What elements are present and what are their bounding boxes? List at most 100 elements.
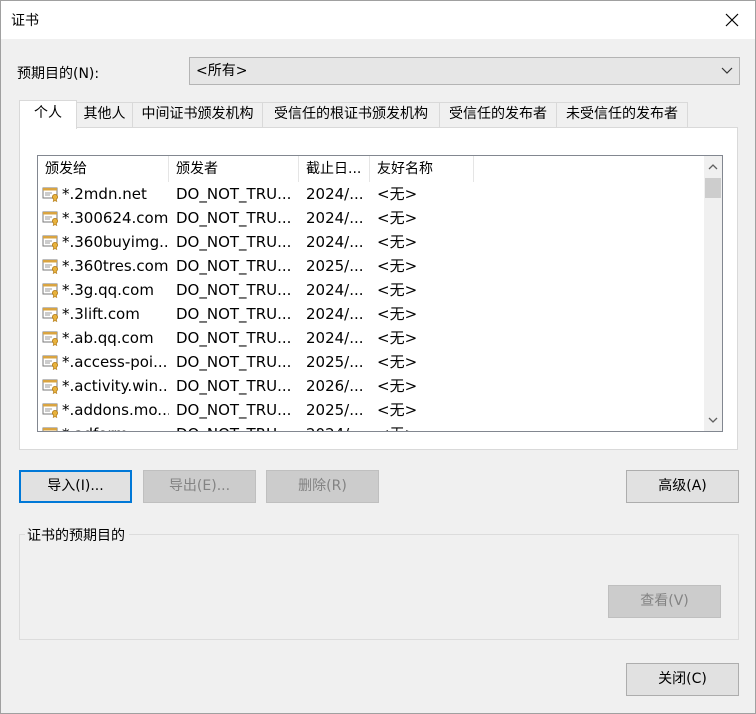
tab-trusted-root-ca[interactable]: 受信任的根证书颁发机构 xyxy=(262,102,440,127)
cell-expiration: 2024/... xyxy=(299,422,370,431)
cell-text: 2024/... xyxy=(306,329,364,347)
cell-issued-by: DO_NOT_TRU... xyxy=(169,278,299,302)
cell-expiration: 2024/... xyxy=(299,302,370,326)
table-row[interactable]: *.2mdn.net DO_NOT_TRU... 2024/... <无> xyxy=(38,182,702,206)
cell-expiration: 2024/... xyxy=(299,206,370,230)
purpose-selected-value: <所有> xyxy=(196,63,248,79)
scroll-down-icon[interactable] xyxy=(704,411,722,429)
cell-text: <无> xyxy=(377,281,418,299)
cell-issued-by: DO_NOT_TRU... xyxy=(169,254,299,278)
table-row[interactable]: *.addons.mo... DO_NOT_TRU... 2025/... <无> xyxy=(38,398,702,422)
cell-text: *.access-poi... xyxy=(62,353,168,371)
cell-friendly-name: <无> xyxy=(370,326,474,350)
import-button[interactable]: 导入(I)... xyxy=(19,470,132,503)
scroll-up-icon[interactable] xyxy=(704,158,722,176)
table-row[interactable]: *.3lift.com DO_NOT_TRU... 2024/... <无> xyxy=(38,302,702,326)
tab-other-people[interactable]: 其他人 xyxy=(76,102,133,127)
cell-text: <无> xyxy=(377,209,418,227)
cell-issued-to: *.access-poi... xyxy=(38,350,169,374)
title-bar: 证书 xyxy=(1,1,755,39)
scroll-thumb[interactable] xyxy=(705,178,721,198)
cell-text: 2024/... xyxy=(306,425,364,431)
tab-panel: 颁发给 颁发者 截止日... 友好名称 *.2mdn.net DO_NOT_TRU… xyxy=(19,127,738,450)
cell-text: DO_NOT_TRU... xyxy=(176,353,292,371)
cell-text: 2024/... xyxy=(306,209,364,227)
delete-button[interactable]: 删除(R) xyxy=(266,470,379,503)
table-row[interactable]: *.adform... DO_NOT_TRU... 2024/... <无> xyxy=(38,422,702,431)
cell-text: DO_NOT_TRU... xyxy=(176,281,292,299)
purpose-group-label: 证书的预期目的 xyxy=(25,525,129,545)
certificate-list[interactable]: 颁发给 颁发者 截止日... 友好名称 *.2mdn.net DO_NOT_TRU… xyxy=(37,155,723,432)
certificate-icon xyxy=(42,283,58,298)
cell-text: *.2mdn.net xyxy=(62,185,147,203)
vertical-scrollbar[interactable] xyxy=(704,156,722,431)
column-header-issued-to[interactable]: 颁发给 xyxy=(38,156,169,182)
cell-issued-by: DO_NOT_TRU... xyxy=(169,302,299,326)
cell-text: *.activity.win... xyxy=(62,377,169,395)
purpose-label: 预期目的(N): xyxy=(17,66,100,82)
cell-text: DO_NOT_TRU... xyxy=(176,209,292,227)
table-row[interactable]: *.access-poi... DO_NOT_TRU... 2025/... <无> xyxy=(38,350,702,374)
table-row[interactable]: *.300624.com DO_NOT_TRU... 2024/... <无> xyxy=(38,206,702,230)
cell-friendly-name: <无> xyxy=(370,278,474,302)
chevron-down-icon xyxy=(721,58,733,84)
table-row[interactable]: *.activity.win... DO_NOT_TRU... 2026/... <无… xyxy=(38,374,702,398)
cell-issued-by: DO_NOT_TRU... xyxy=(169,206,299,230)
cell-issued-by: DO_NOT_TRU... xyxy=(169,230,299,254)
cell-issued-by: DO_NOT_TRU... xyxy=(169,374,299,398)
tab-personal[interactable]: 个人 xyxy=(19,100,77,129)
cell-expiration: 2025/... xyxy=(299,254,370,278)
certificates-dialog: 证书 预期目的(N): <所有> 个人 其他人 中间证书颁发机构 受信任的根证书… xyxy=(0,0,756,714)
cell-issued-by: DO_NOT_TRU... xyxy=(169,326,299,350)
close-button[interactable]: 关闭(C) xyxy=(626,663,739,696)
cell-friendly-name: <无> xyxy=(370,302,474,326)
close-icon[interactable] xyxy=(709,1,755,39)
cell-text: <无> xyxy=(377,425,417,431)
cell-text: 2024/... xyxy=(306,305,364,323)
table-row[interactable]: *.360buyimg... DO_NOT_TRU... 2024/... <无> xyxy=(38,230,702,254)
cell-expiration: 2025/... xyxy=(299,398,370,422)
tab-intermediate-ca[interactable]: 中间证书颁发机构 xyxy=(132,102,263,127)
cell-text: *.360buyimg... xyxy=(62,233,169,251)
cell-friendly-name: <无> xyxy=(370,374,474,398)
cell-issued-to: *.addons.mo... xyxy=(38,398,169,422)
cell-text: DO_NOT_TRU... xyxy=(176,305,292,323)
cell-text: *.360tres.com xyxy=(62,257,169,275)
cell-text: 2024/... xyxy=(306,185,364,203)
tab-label: 其他人 xyxy=(83,106,126,122)
cell-expiration: 2024/... xyxy=(299,278,370,302)
export-button[interactable]: 导出(E)... xyxy=(143,470,256,503)
column-header-issued-by[interactable]: 颁发者 xyxy=(169,156,299,182)
purpose-select[interactable]: <所有> xyxy=(189,57,740,85)
tab-label: 受信任的发布者 xyxy=(449,106,547,122)
advanced-button[interactable]: 高级(A) xyxy=(626,470,739,503)
cell-text: <无> xyxy=(377,233,418,251)
cell-issued-to: *.3g.qq.com xyxy=(38,278,169,302)
cell-expiration: 2024/... xyxy=(299,182,370,206)
cell-text: DO_NOT_TRU... xyxy=(176,377,292,395)
cell-issued-by: DO_NOT_TRU... xyxy=(169,398,299,422)
cell-text: *.ab.qq.com xyxy=(62,329,154,347)
tab-label: 个人 xyxy=(34,105,62,121)
cell-expiration: 2025/... xyxy=(299,350,370,374)
cell-friendly-name: <无> xyxy=(370,398,474,422)
cell-text: DO_NOT_TRU... xyxy=(176,425,291,431)
column-header-expiration[interactable]: 截止日... xyxy=(299,156,370,182)
cell-issued-by: DO_NOT_TRU... xyxy=(169,182,299,206)
table-row[interactable]: *.360tres.com DO_NOT_TRU... 2025/... <无> xyxy=(38,254,702,278)
cell-text: 2025/... xyxy=(306,353,364,371)
table-row[interactable]: *.ab.qq.com DO_NOT_TRU... 2024/... <无> xyxy=(38,326,702,350)
certificate-icon xyxy=(42,307,58,322)
cell-text: 2024/... xyxy=(306,233,364,251)
certificate-icon xyxy=(42,379,58,394)
cell-text: DO_NOT_TRU... xyxy=(176,233,292,251)
column-header-friendly-name[interactable]: 友好名称 xyxy=(370,156,474,182)
cell-expiration: 2024/... xyxy=(299,230,370,254)
view-button[interactable]: 查看(V) xyxy=(608,585,721,618)
cell-text: DO_NOT_TRU... xyxy=(176,185,292,203)
cell-issued-to: *.2mdn.net xyxy=(38,182,169,206)
cell-text: 2025/... xyxy=(306,257,364,275)
tab-untrusted-publishers[interactable]: 未受信任的发布者 xyxy=(556,102,688,127)
tab-trusted-publishers[interactable]: 受信任的发布者 xyxy=(439,102,557,127)
table-row[interactable]: *.3g.qq.com DO_NOT_TRU... 2024/... <无> xyxy=(38,278,702,302)
